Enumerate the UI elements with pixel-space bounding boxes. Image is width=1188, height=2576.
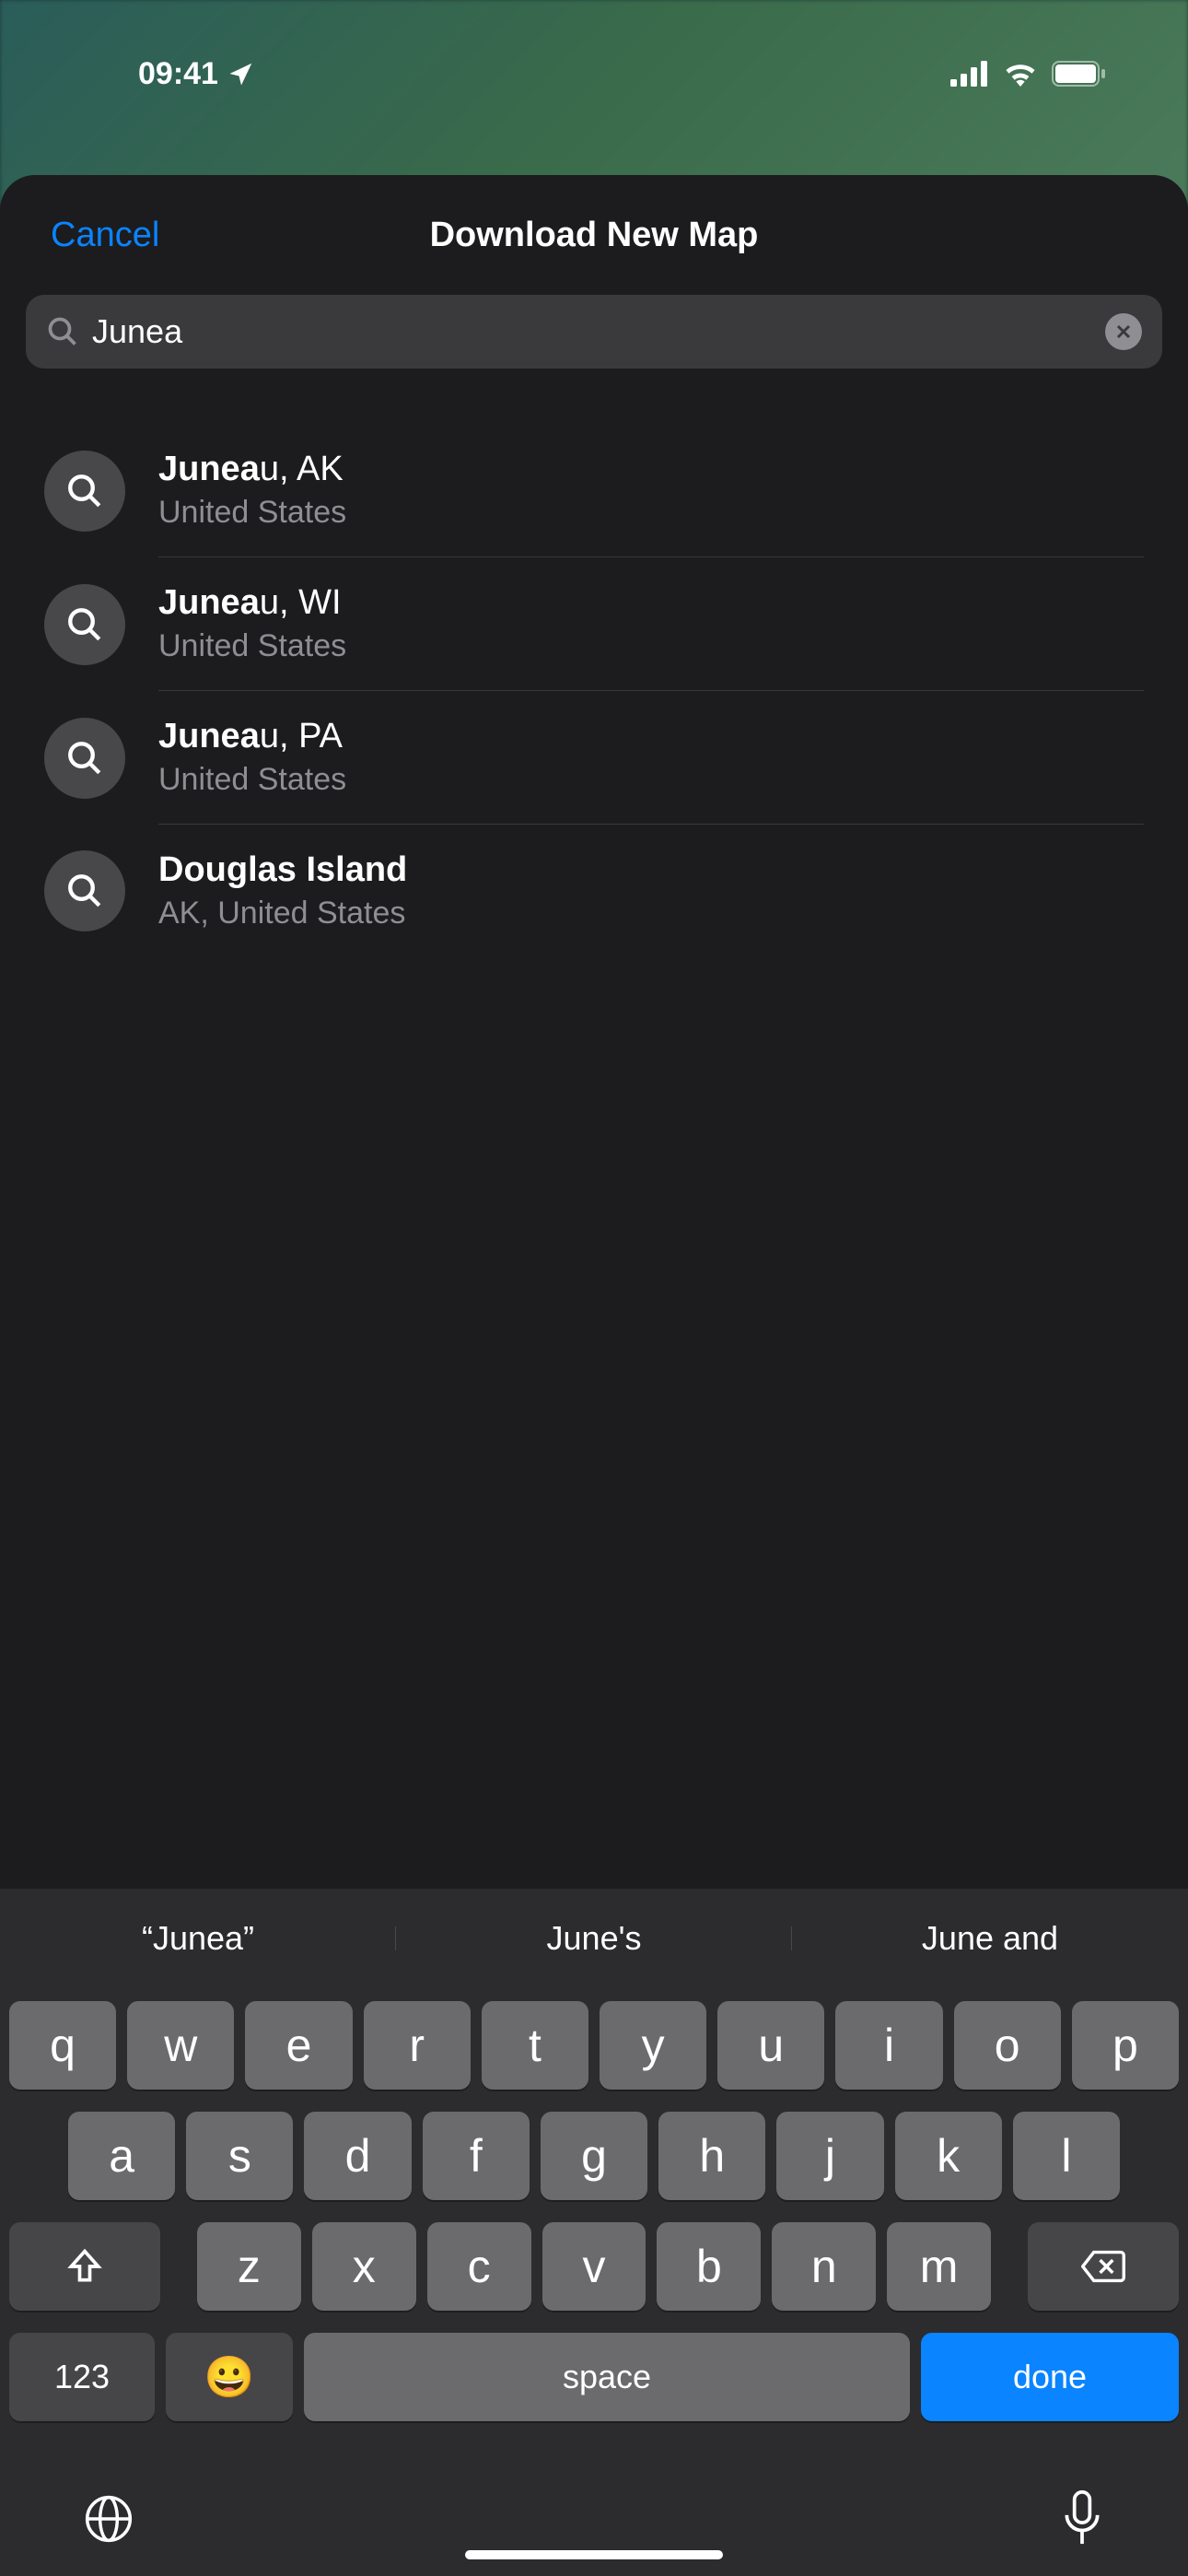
result-text: Juneau, AK United States [158, 450, 1144, 557]
key-y[interactable]: y [600, 2001, 706, 2090]
shift-icon [64, 2246, 105, 2287]
result-subtitle: United States [158, 762, 1144, 798]
key-m[interactable]: m [887, 2222, 991, 2311]
search-bar[interactable] [26, 295, 1162, 369]
keyboard-suggestion[interactable]: June and [792, 1919, 1188, 1958]
wifi-icon [1002, 61, 1039, 87]
key-o[interactable]: o [954, 2001, 1061, 2090]
key-k[interactable]: k [895, 2112, 1002, 2200]
space-key[interactable]: space [304, 2333, 910, 2421]
key-f[interactable]: f [423, 2112, 530, 2200]
done-key[interactable]: done [921, 2333, 1179, 2421]
search-icon [44, 451, 125, 532]
key-g[interactable]: g [541, 2112, 647, 2200]
search-results: Juneau, AK United States Juneau, WI Unit… [0, 424, 1188, 957]
result-title: Juneau, PA [158, 717, 1144, 756]
key-h[interactable]: h [658, 2112, 765, 2200]
result-text: Douglas Island AK, United States [158, 850, 1144, 957]
result-title: Juneau, AK [158, 450, 1144, 489]
key-i[interactable]: i [835, 2001, 942, 2090]
cellular-icon [950, 61, 989, 87]
search-input[interactable] [92, 312, 1092, 351]
status-time: 09:41 [138, 56, 218, 92]
delete-key[interactable] [1028, 2222, 1179, 2311]
search-icon [44, 584, 125, 665]
numbers-key[interactable]: 123 [9, 2333, 155, 2421]
result-subtitle: United States [158, 495, 1144, 531]
globe-icon[interactable] [83, 2493, 134, 2545]
key-q[interactable]: q [9, 2001, 116, 2090]
key-l[interactable]: l [1013, 2112, 1120, 2200]
key-e[interactable]: e [245, 2001, 352, 2090]
download-map-sheet: Cancel Download New Map Juneau, AK Unite… [0, 175, 1188, 2576]
home-indicator[interactable] [465, 2550, 723, 2559]
shift-key[interactable] [9, 2222, 160, 2311]
location-icon [227, 60, 255, 88]
key-x[interactable]: x [312, 2222, 416, 2311]
keyboard-area: “Junea”June'sJune and qwertyuiop asdfghj… [0, 1889, 1188, 2576]
key-z[interactable]: z [197, 2222, 301, 2311]
search-result-item[interactable]: Juneau, PA United States [0, 691, 1188, 825]
emoji-key[interactable]: 😀 [166, 2333, 293, 2421]
result-subtitle: United States [158, 628, 1144, 664]
keyboard: qwertyuiop asdfghjkl zxcvbnm 123 😀 space… [0, 1988, 1188, 2421]
search-icon [46, 315, 79, 348]
battery-icon [1052, 61, 1107, 87]
search-result-item[interactable]: Juneau, WI United States [0, 557, 1188, 691]
delete-icon [1081, 2248, 1125, 2285]
mic-icon[interactable] [1059, 2489, 1105, 2548]
result-text: Juneau, WI United States [158, 583, 1144, 691]
close-icon [1115, 323, 1132, 340]
search-result-item[interactable]: Douglas Island AK, United States [0, 825, 1188, 957]
key-t[interactable]: t [482, 2001, 588, 2090]
key-r[interactable]: r [364, 2001, 471, 2090]
key-s[interactable]: s [186, 2112, 293, 2200]
result-subtitle: AK, United States [158, 896, 1144, 931]
key-c[interactable]: c [427, 2222, 531, 2311]
status-bar: 09:41 [0, 0, 1188, 120]
keyboard-suggestions: “Junea”June'sJune and [0, 1889, 1188, 1988]
key-u[interactable]: u [717, 2001, 824, 2090]
keyboard-suggestion[interactable]: June's [396, 1919, 792, 1958]
key-b[interactable]: b [657, 2222, 761, 2311]
key-p[interactable]: p [1072, 2001, 1179, 2090]
search-icon [44, 718, 125, 799]
search-result-item[interactable]: Juneau, AK United States [0, 424, 1188, 557]
key-v[interactable]: v [542, 2222, 646, 2311]
cancel-button[interactable]: Cancel [51, 216, 159, 255]
result-text: Juneau, PA United States [158, 717, 1144, 825]
page-title: Download New Map [430, 216, 759, 255]
search-icon [44, 850, 125, 931]
result-title: Douglas Island [158, 850, 1144, 890]
key-w[interactable]: w [127, 2001, 234, 2090]
keyboard-suggestion[interactable]: “Junea” [0, 1919, 396, 1958]
key-j[interactable]: j [776, 2112, 883, 2200]
key-d[interactable]: d [304, 2112, 411, 2200]
key-a[interactable]: a [68, 2112, 175, 2200]
result-title: Juneau, WI [158, 583, 1144, 623]
key-n[interactable]: n [772, 2222, 876, 2311]
clear-button[interactable] [1105, 313, 1142, 350]
